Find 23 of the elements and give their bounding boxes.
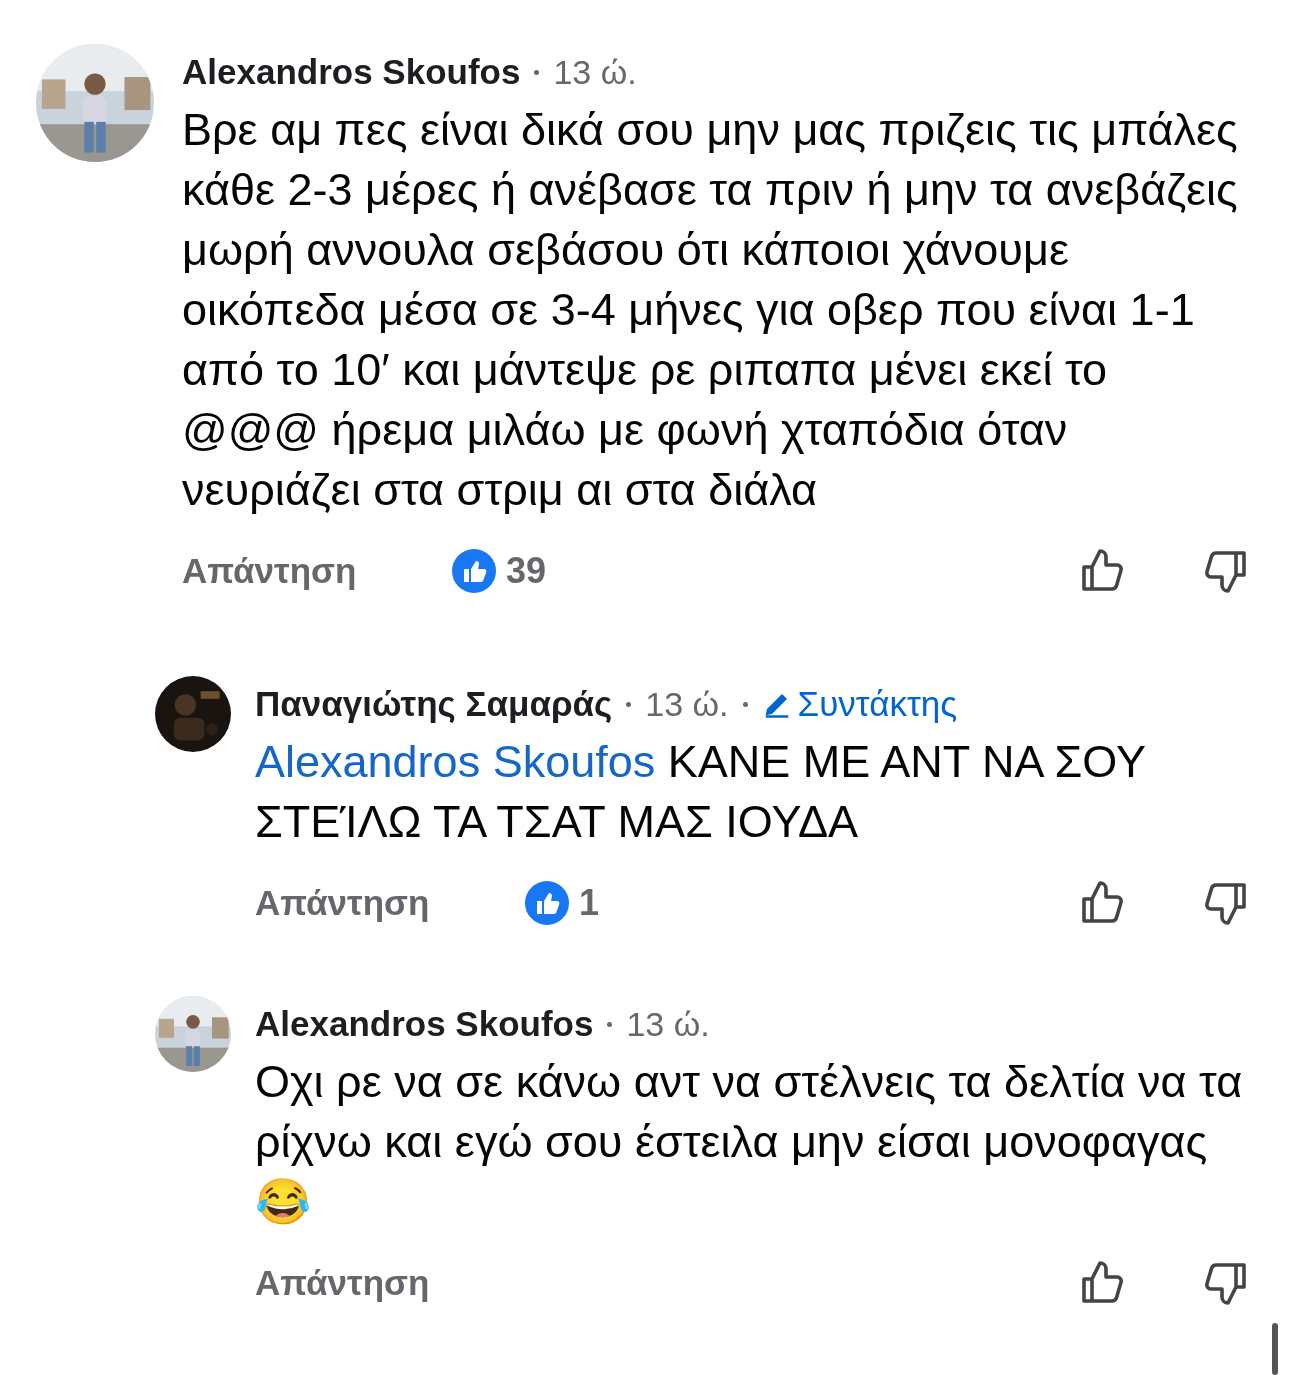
separator-dot (607, 1021, 613, 1027)
comment-text: Οχι ρε να σε κάνω αντ να στέλνεις τα δελτία να τα ρίχνω και εγώ σου έστειλα μην είσαι μονοφαγας 😂 (255, 1055, 1244, 1229)
reply-button[interactable]: Απάντηση (255, 883, 525, 923)
comment-text: Alexandros Skoufos ΚΑΝΕ ΜΕ ΑΝΤ ΝΑ ΣΟΥ ΣΤΕΊΛΩ ΤΑ ΤΣΑΤ ΜΑΣ ΙΟΥΔΑ (255, 735, 1147, 849)
comment-time: 13 ώ. (553, 52, 637, 92)
comment-text: Βρε αμ πες είναι δικά σου μην μας πριζεις τις μπάλες κάθε 2-3 μέρες ή ανέβασε τα πριν ή μην τα ανεβάζεις μωρή αννουλα σεβάσου ότι κάποιοι χάνουμε οικόπεδα μέσα σε 3-4 μήνες για οβερ που είναι 1-1 από το 10′ και μάντεψε ρε ριπαπα μένει εκεί το @@@ ήρεμα μιλάω με φωνή χταπόδια όταν νευριάζει στα στριμ αι στα διάλα (182, 103, 1239, 517)
editor-label: Συντάκτης (797, 684, 958, 724)
reply-button[interactable]: Απάντηση (182, 551, 452, 591)
separator-dot (626, 701, 632, 707)
reply-button[interactable]: Απάντηση (255, 1263, 525, 1303)
comment-time: 13 ώ. (626, 1004, 710, 1044)
author-name[interactable]: Παναγιώτης Σαμαράς (255, 684, 613, 724)
separator-dot (742, 701, 748, 707)
author-name[interactable]: Alexandros Skoufos (255, 1004, 594, 1044)
like-icon (525, 881, 569, 925)
reaction-count: 1 (579, 882, 600, 924)
mention-link[interactable]: Alexandros Skoufos (255, 736, 656, 787)
comment-time: 13 ώ. (645, 684, 729, 724)
author-name[interactable]: Alexandros Skoufos (182, 52, 521, 92)
scrollbar (1272, 1323, 1278, 1375)
reaction-count: 39 (506, 550, 547, 592)
like-icon (452, 549, 496, 593)
separator-dot (534, 69, 540, 75)
